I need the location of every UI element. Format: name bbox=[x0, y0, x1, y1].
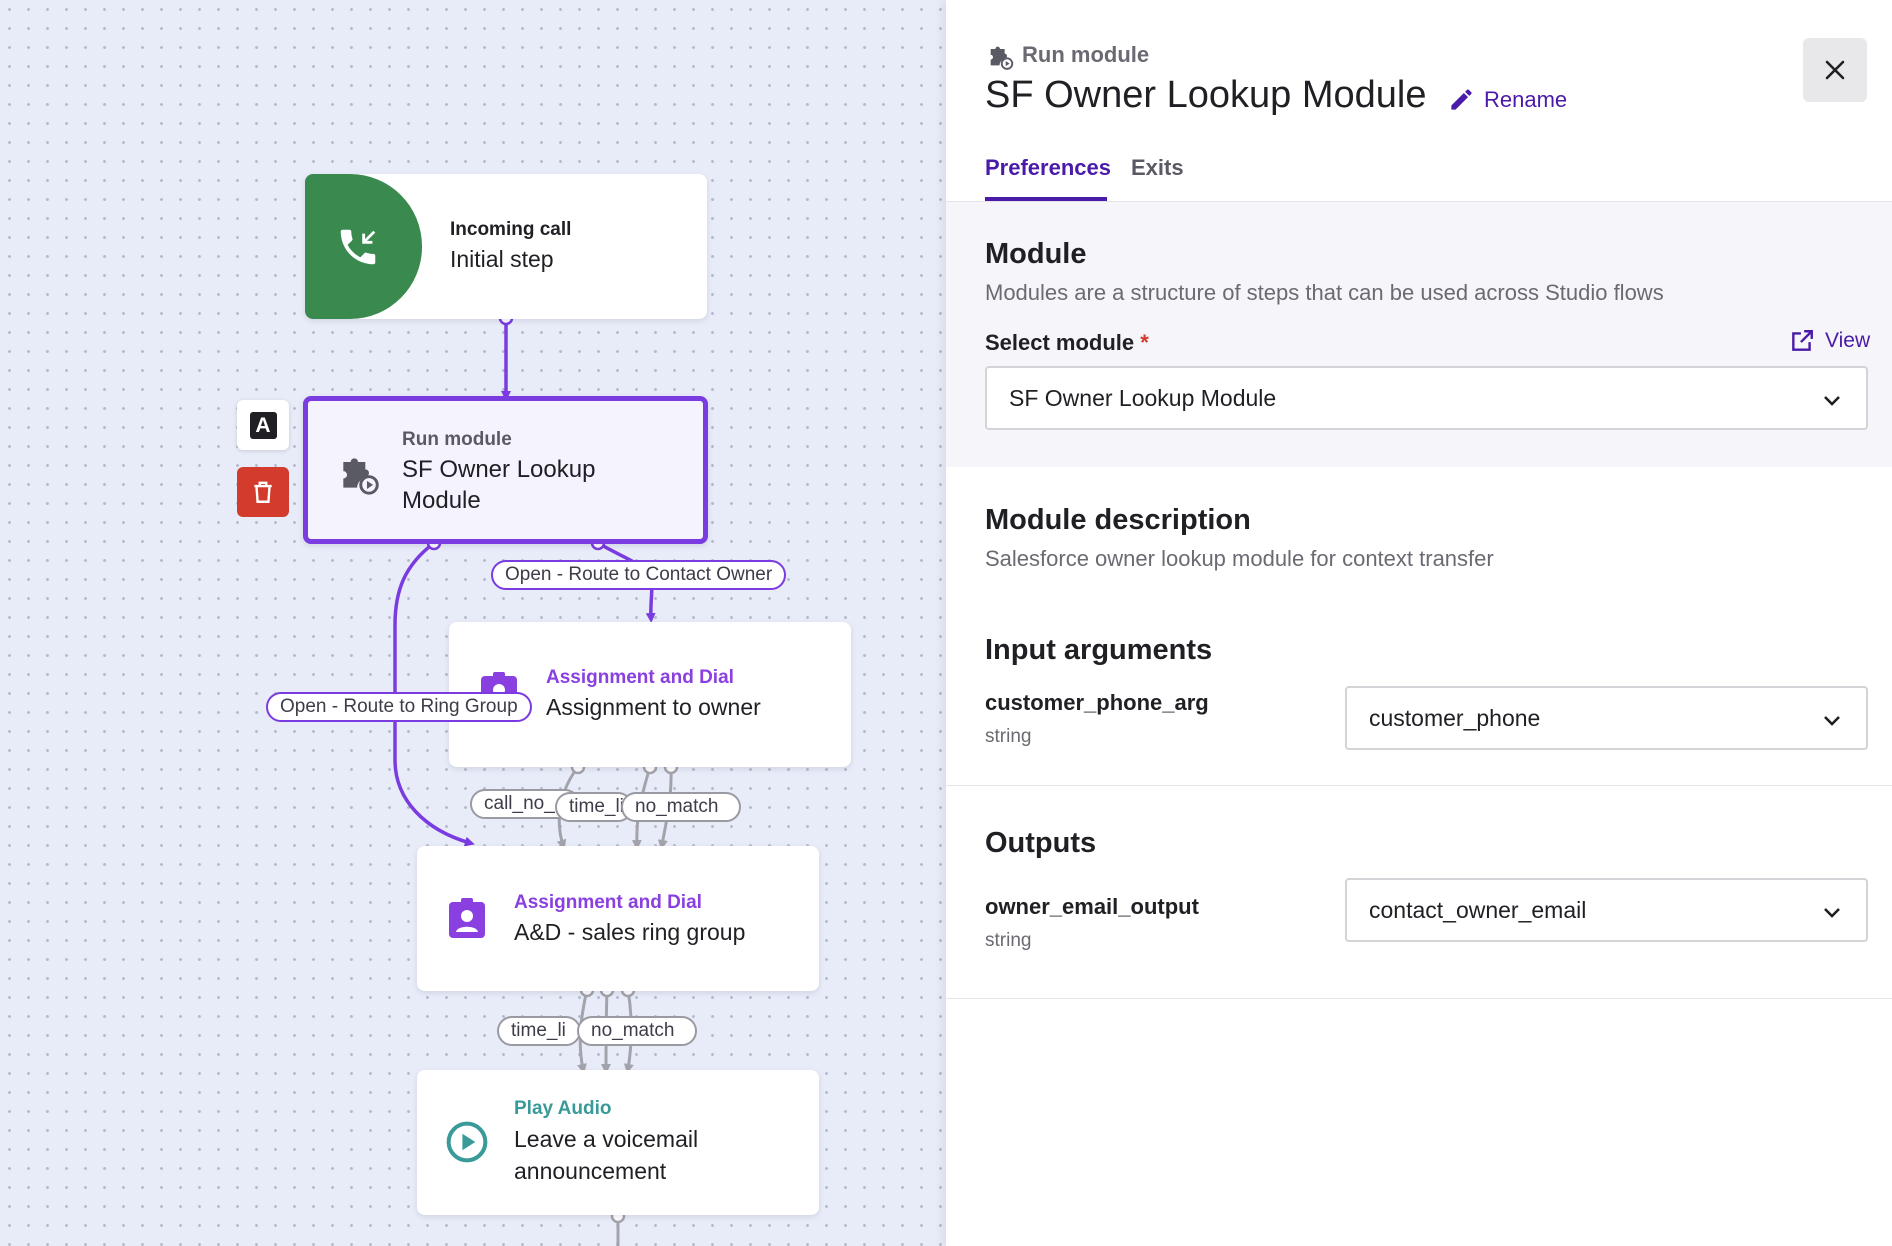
close-icon bbox=[1825, 60, 1845, 80]
edge-label-contact-owner[interactable]: Open - Route to Contact Owner bbox=[491, 560, 787, 590]
node-incoming-call[interactable]: Incoming call Initial step bbox=[305, 174, 707, 319]
tab-preferences[interactable]: Preferences bbox=[985, 155, 1111, 181]
node-play-title-line1: Leave a voicemail bbox=[514, 1126, 699, 1152]
rename-button[interactable]: Rename bbox=[1448, 86, 1567, 113]
module-section: Module Modules are a structure of steps … bbox=[946, 202, 1892, 467]
description-section-title: Module description bbox=[985, 504, 1251, 536]
select-module-value: SF Owner Lookup Module bbox=[1009, 384, 1277, 411]
tab-exits[interactable]: Exits bbox=[1131, 155, 1184, 181]
trash-icon bbox=[254, 481, 272, 503]
description-section-text: Salesforce owner lookup module for conte… bbox=[985, 546, 1494, 571]
edge-label-time-li-2[interactable]: time_li bbox=[497, 1016, 581, 1046]
node-play-title-line2: announcement bbox=[514, 1158, 667, 1184]
output-arg-value: contact_owner_email bbox=[1369, 896, 1587, 923]
inputs-section-title: Input arguments bbox=[985, 634, 1213, 666]
module-puzzle-icon bbox=[990, 46, 1014, 70]
node-run-kicker: Run module bbox=[402, 429, 512, 450]
output-arg-dropdown[interactable]: contact_owner_email bbox=[1345, 878, 1868, 942]
incoming-call-icon bbox=[340, 229, 376, 265]
module-section-title: Module bbox=[985, 238, 1087, 270]
chevron-down-icon bbox=[1824, 396, 1840, 406]
node-incoming-title: Initial step bbox=[450, 246, 554, 272]
module-puzzle-icon bbox=[343, 458, 379, 495]
external-link-icon bbox=[1792, 330, 1813, 351]
play-circle-icon bbox=[446, 1121, 488, 1163]
output-arg-name: owner_email_output bbox=[985, 894, 1199, 919]
node-owner-kicker: Assignment and Dial bbox=[546, 667, 734, 688]
text-a-icon: A bbox=[249, 411, 277, 439]
flow-canvas[interactable]: Incoming call Initial step A Run module … bbox=[0, 0, 946, 1246]
close-button[interactable] bbox=[1803, 38, 1867, 102]
rename-label: Rename bbox=[1484, 86, 1568, 112]
node-play-kicker: Play Audio bbox=[514, 1098, 612, 1119]
chevron-down-icon bbox=[1824, 908, 1840, 918]
node-run-title-line2: Module bbox=[402, 487, 481, 514]
view-label: View bbox=[1825, 329, 1871, 352]
select-module-label-text: Select module bbox=[985, 330, 1135, 355]
select-module-dropdown[interactable]: SF Owner Lookup Module bbox=[985, 366, 1868, 430]
select-module-label: Select module * bbox=[985, 330, 1149, 356]
panel-title: SF Owner Lookup Module bbox=[985, 74, 1427, 116]
step-details-panel: Run module SF Owner Lookup Module Rename… bbox=[946, 0, 1892, 1246]
node-ring-title: A&D - sales ring group bbox=[514, 919, 746, 945]
pencil-icon bbox=[1451, 89, 1472, 110]
inputs-divider bbox=[946, 785, 1892, 786]
output-arg-type: string bbox=[985, 930, 1032, 951]
input-arg-type: string bbox=[985, 726, 1032, 747]
required-asterisk: * bbox=[1140, 330, 1149, 355]
node-run-title-line1: SF Owner Lookup bbox=[402, 456, 596, 483]
outputs-divider bbox=[946, 998, 1892, 999]
node-assignment-ring-group[interactable]: Assignment and Dial A&D - sales ring gro… bbox=[417, 846, 819, 991]
view-module-link[interactable]: View bbox=[1789, 328, 1870, 354]
edge-label-no-match-2[interactable]: no_match bbox=[577, 1016, 697, 1046]
edge-label-no-match-1[interactable]: no_match bbox=[621, 792, 741, 822]
node-incoming-kicker: Incoming call bbox=[450, 219, 572, 240]
node-owner-title: Assignment to owner bbox=[546, 694, 761, 720]
outputs-section-title: Outputs bbox=[985, 827, 1097, 859]
input-arg-name: customer_phone_arg bbox=[985, 690, 1209, 715]
node-run-module[interactable]: Run module SF Owner Lookup Module bbox=[303, 396, 708, 544]
input-arg-value: customer_phone bbox=[1369, 704, 1541, 731]
panel-kicker: Run module bbox=[1022, 42, 1150, 67]
rename-node-button[interactable]: A bbox=[237, 400, 289, 450]
delete-node-button[interactable] bbox=[237, 467, 289, 517]
chevron-down-icon bbox=[1824, 716, 1840, 726]
node-ring-kicker: Assignment and Dial bbox=[514, 892, 702, 913]
edge-label-ring-group[interactable]: Open - Route to Ring Group bbox=[266, 692, 532, 722]
module-section-description: Modules are a structure of steps that ca… bbox=[985, 280, 1664, 305]
assignment-badge-icon bbox=[449, 898, 485, 938]
node-play-audio[interactable]: Play Audio Leave a voicemail announcemen… bbox=[417, 1070, 819, 1215]
input-arg-dropdown[interactable]: customer_phone bbox=[1345, 686, 1868, 750]
